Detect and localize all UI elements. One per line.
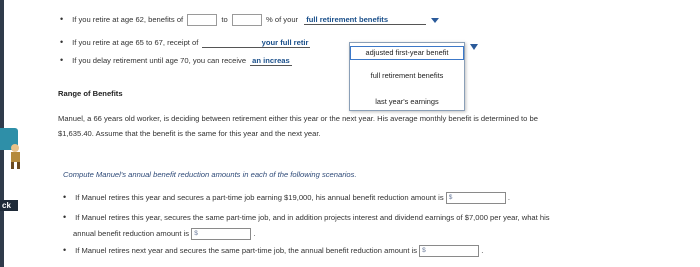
person-icon bbox=[11, 144, 20, 169]
scenario-paragraph-line2: $1,635.40. Assume that the benefit is th… bbox=[58, 129, 321, 138]
increase-dropdown[interactable]: an increas bbox=[250, 56, 292, 66]
scenario-2-line2: annual benefit reduction amount is $ . bbox=[73, 228, 255, 240]
bullet-retire-62: • If you retire at age 62, benefits of t… bbox=[60, 14, 440, 26]
scenario-2: • If Manuel retires this year, secures t… bbox=[63, 212, 550, 222]
scenario-1-period: . bbox=[507, 193, 511, 202]
receipt-dropdown[interactable]: your full retir bbox=[202, 38, 311, 48]
bullet-delay-70: • If you delay retirement until age 70, … bbox=[60, 55, 292, 66]
scenario-1-answer-input[interactable]: $ bbox=[445, 192, 506, 204]
benefit-percent-to-input[interactable] bbox=[231, 14, 262, 26]
sidebar-label: ck bbox=[0, 200, 18, 211]
bullet-dot: • bbox=[63, 212, 67, 222]
dropdown-chevron-icon[interactable] bbox=[470, 44, 478, 50]
dropdown-value: full retirement benefits bbox=[306, 15, 389, 24]
dropdown-option-full-retirement[interactable]: full retirement benefits bbox=[350, 71, 464, 80]
scenario-2-period: . bbox=[253, 229, 256, 238]
bullet-text: If you delay retirement until age 70, yo… bbox=[72, 56, 247, 65]
chevron-down-icon[interactable] bbox=[431, 17, 440, 23]
scenario-3-answer-input[interactable]: $ bbox=[419, 245, 480, 257]
dropdown-option-last-year-earnings[interactable]: last year's earnings bbox=[350, 97, 464, 106]
scenario-3-text: If Manuel retires next year and secures … bbox=[75, 246, 418, 255]
bullet-retire-65-67: • If you retire at age 65 to 67, receipt… bbox=[60, 37, 311, 48]
dropdown-value: an increas bbox=[252, 56, 290, 65]
scenario-2-text-line2: annual benefit reduction amount is bbox=[73, 229, 190, 238]
bullet-dot: • bbox=[60, 14, 64, 24]
bullet-text: If you retire at age 62, benefits of bbox=[72, 15, 184, 24]
range-of-benefits-heading: Range of Benefits bbox=[58, 89, 123, 98]
dropdown-menu: adjusted first-year benefit full retirem… bbox=[349, 42, 465, 111]
bullet-dot: • bbox=[63, 192, 67, 202]
dropdown-option-adjusted-first-year[interactable]: adjusted first-year benefit bbox=[350, 46, 464, 60]
full-retirement-dropdown[interactable]: full retirement benefits bbox=[304, 15, 427, 25]
dropdown-value: your full retir bbox=[261, 38, 309, 47]
benefit-percent-from-input[interactable] bbox=[187, 14, 218, 26]
scenario-3-period: . bbox=[481, 246, 484, 255]
to-text: to bbox=[221, 15, 228, 24]
scenario-2-answer-input[interactable]: $ bbox=[191, 228, 252, 240]
bullet-dot: • bbox=[63, 245, 67, 255]
scenario-paragraph-line1: Manuel, a 66 years old worker, is decidi… bbox=[58, 114, 538, 123]
bullet-dot: • bbox=[60, 37, 64, 47]
scenario-2-text-line1: If Manuel retires this year, secures the… bbox=[75, 213, 550, 222]
scenario-1-text: If Manuel retires this year and secures … bbox=[75, 193, 444, 202]
scenario-1: • If Manuel retires this year and secure… bbox=[63, 192, 510, 204]
scenario-3: • If Manuel retires next year and secure… bbox=[63, 245, 483, 257]
percent-of-text: % of your bbox=[266, 15, 299, 24]
instruction-text: Compute Manuel's annual benefit reductio… bbox=[63, 170, 357, 179]
bullet-dot: • bbox=[60, 55, 64, 65]
bullet-text: If you retire at age 65 to 67, receipt o… bbox=[72, 38, 199, 47]
